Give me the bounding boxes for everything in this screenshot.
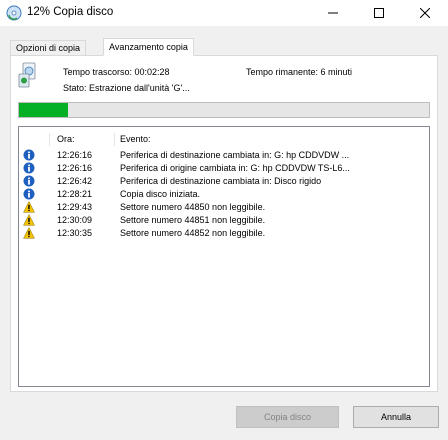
maximize-icon [374, 8, 384, 18]
minimize-icon [328, 12, 338, 14]
column-separator [114, 133, 115, 146]
warning-icon [23, 200, 35, 213]
column-header-time[interactable]: Ora: [57, 131, 75, 147]
log-time: 12:28:21 [57, 189, 93, 199]
progress-bar [18, 102, 430, 118]
log-time: 12:29:43 [57, 202, 93, 212]
progress-panel: Tempo trascorso: 00:02:28 Tempo rimanent… [10, 55, 438, 392]
log-event: Periferica di destinazione cambiata in: … [120, 150, 350, 160]
log-row[interactable]: 12:30:09 Settore numero 44851 non leggibi… [19, 213, 429, 227]
log-header: Ora: Evento: [19, 131, 429, 147]
info-icon [23, 149, 35, 161]
elapsed-time: Tempo trascorso: 00:02:28 [63, 67, 170, 77]
log-time: 12:26:16 [57, 163, 93, 173]
log-row[interactable]: 12:28:21 Copia disco iniziata. [19, 188, 429, 201]
log-row[interactable]: 12:26:16 Periferica di origine cambiata i… [19, 162, 429, 175]
log-event: Settore numero 44851 non leggibile. [120, 215, 266, 225]
log-row[interactable]: 12:26:42 Periferica di destinazione cambi… [19, 175, 429, 188]
column-separator [49, 133, 50, 146]
log-time: 12:30:09 [57, 215, 93, 225]
cancel-button[interactable]: Annulla [353, 406, 439, 428]
warning-icon [23, 213, 35, 226]
tab-copy-progress[interactable]: Avanzamento copia [103, 38, 194, 56]
log-row[interactable]: 12:30:35 Settore numero 44852 non leggibi… [19, 226, 429, 240]
log-time: 12:26:16 [57, 150, 93, 160]
info-icon [23, 175, 35, 187]
maximize-button[interactable] [356, 0, 402, 26]
close-icon [420, 8, 430, 18]
log-row[interactable]: 12:26:16 Periferica di destinazione cambi… [19, 149, 429, 162]
title-bar: 12% Copia disco [0, 0, 448, 26]
copy-disc-button[interactable]: Copia disco [236, 406, 339, 428]
tab-copy-options[interactable]: Opzioni di copia [10, 40, 87, 56]
log-event: Periferica di destinazione cambiata in: … [120, 176, 322, 186]
log-event: Settore numero 44852 non leggibile. [120, 228, 266, 238]
disc-copy-app-icon [6, 5, 22, 21]
close-button[interactable] [402, 0, 448, 26]
info-icon [23, 188, 35, 200]
log-event: Copia disco iniziata. [120, 189, 201, 199]
remaining-time: Tempo rimanente: 6 minuti [246, 67, 353, 77]
event-log[interactable]: Ora: Evento: 12:26:16 Periferica di desti… [18, 126, 430, 387]
status-text: Stato: Estrazione dall'unità 'G'... [63, 83, 190, 93]
minimize-button[interactable] [310, 0, 356, 26]
warning-icon [23, 226, 35, 239]
disc-copy-icon [18, 62, 36, 88]
window-title: 12% Copia disco [27, 6, 114, 18]
log-row[interactable]: 12:29:43 Settore numero 44850 non leggibi… [19, 200, 429, 214]
log-event: Settore numero 44850 non leggibile. [120, 202, 266, 212]
log-time: 12:26:42 [57, 176, 93, 186]
log-time: 12:30:35 [57, 228, 93, 238]
progress-bar-fill [19, 103, 69, 117]
column-header-event[interactable]: Evento: [120, 131, 151, 147]
info-icon [23, 162, 35, 174]
log-event: Periferica di origine cambiata in: G: hp… [120, 163, 350, 173]
